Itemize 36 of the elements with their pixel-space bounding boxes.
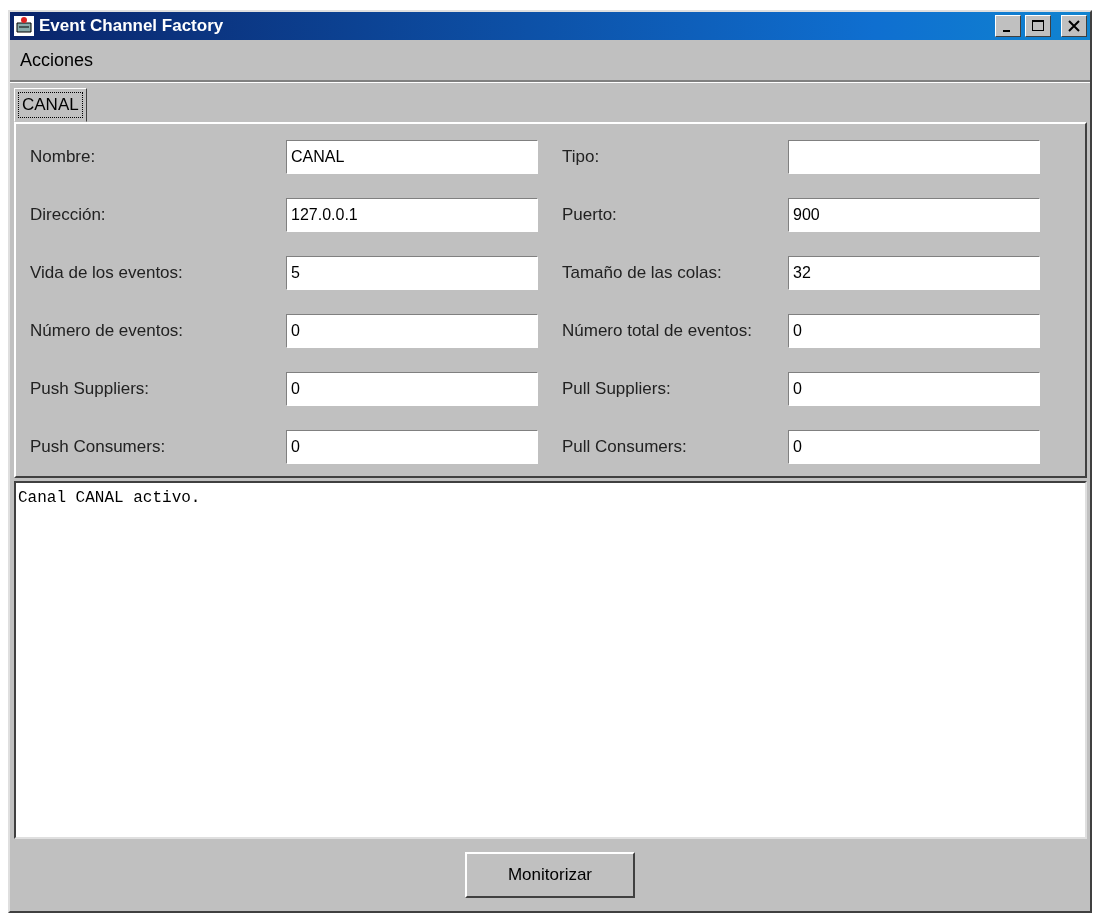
input-field[interactable]: 0 xyxy=(788,372,1040,406)
field-label: Pull Suppliers: xyxy=(561,379,672,399)
close-button[interactable] xyxy=(1061,15,1087,37)
field-label: Tipo: xyxy=(561,147,601,167)
field-label: Push Consumers: xyxy=(30,437,167,457)
input-field[interactable]: 127.0.0.1 xyxy=(286,198,538,232)
menu-item[interactable]: Acciones xyxy=(18,47,96,73)
log-text: Canal CANAL activo. xyxy=(14,481,1087,839)
monitor-button[interactable]: Monitorizar xyxy=(465,852,635,898)
minimize-icon xyxy=(1002,30,1010,32)
maximize-button[interactable] xyxy=(1025,15,1051,37)
window-title: Event Channel Factory xyxy=(39,16,225,36)
input-field[interactable]: 0 xyxy=(286,372,538,406)
field-label: Push Suppliers: xyxy=(30,379,151,399)
minimize-button[interactable] xyxy=(995,15,1021,37)
field-label: Tamaño de las colas: xyxy=(561,263,723,283)
input-field[interactable]: 0 xyxy=(788,314,1040,348)
app-icon xyxy=(13,15,35,37)
tab[interactable]: CANAL xyxy=(14,88,87,122)
close-icon xyxy=(1067,19,1081,33)
input-field[interactable]: 900 xyxy=(788,198,1040,232)
input-field[interactable]: 0 xyxy=(788,430,1040,464)
input-field[interactable]: 0 xyxy=(286,314,538,348)
input-field[interactable]: 5 xyxy=(286,256,538,290)
input-field[interactable]: 32 xyxy=(788,256,1040,290)
input-field[interactable]: 0 xyxy=(286,430,538,464)
field-label: Puerto: xyxy=(561,205,618,225)
input-field[interactable] xyxy=(788,140,1040,174)
field-label: Número total de eventos: xyxy=(561,321,753,341)
field-label: Vida de los eventos: xyxy=(30,263,184,283)
field-label: Pull Consumers: xyxy=(561,437,688,457)
input-field[interactable]: CANAL xyxy=(286,140,538,174)
field-label: Dirección: xyxy=(30,205,107,225)
field-label: Número de eventos: xyxy=(30,321,185,341)
field-label: Nombre: xyxy=(30,147,97,167)
maximize-icon xyxy=(1031,19,1045,33)
